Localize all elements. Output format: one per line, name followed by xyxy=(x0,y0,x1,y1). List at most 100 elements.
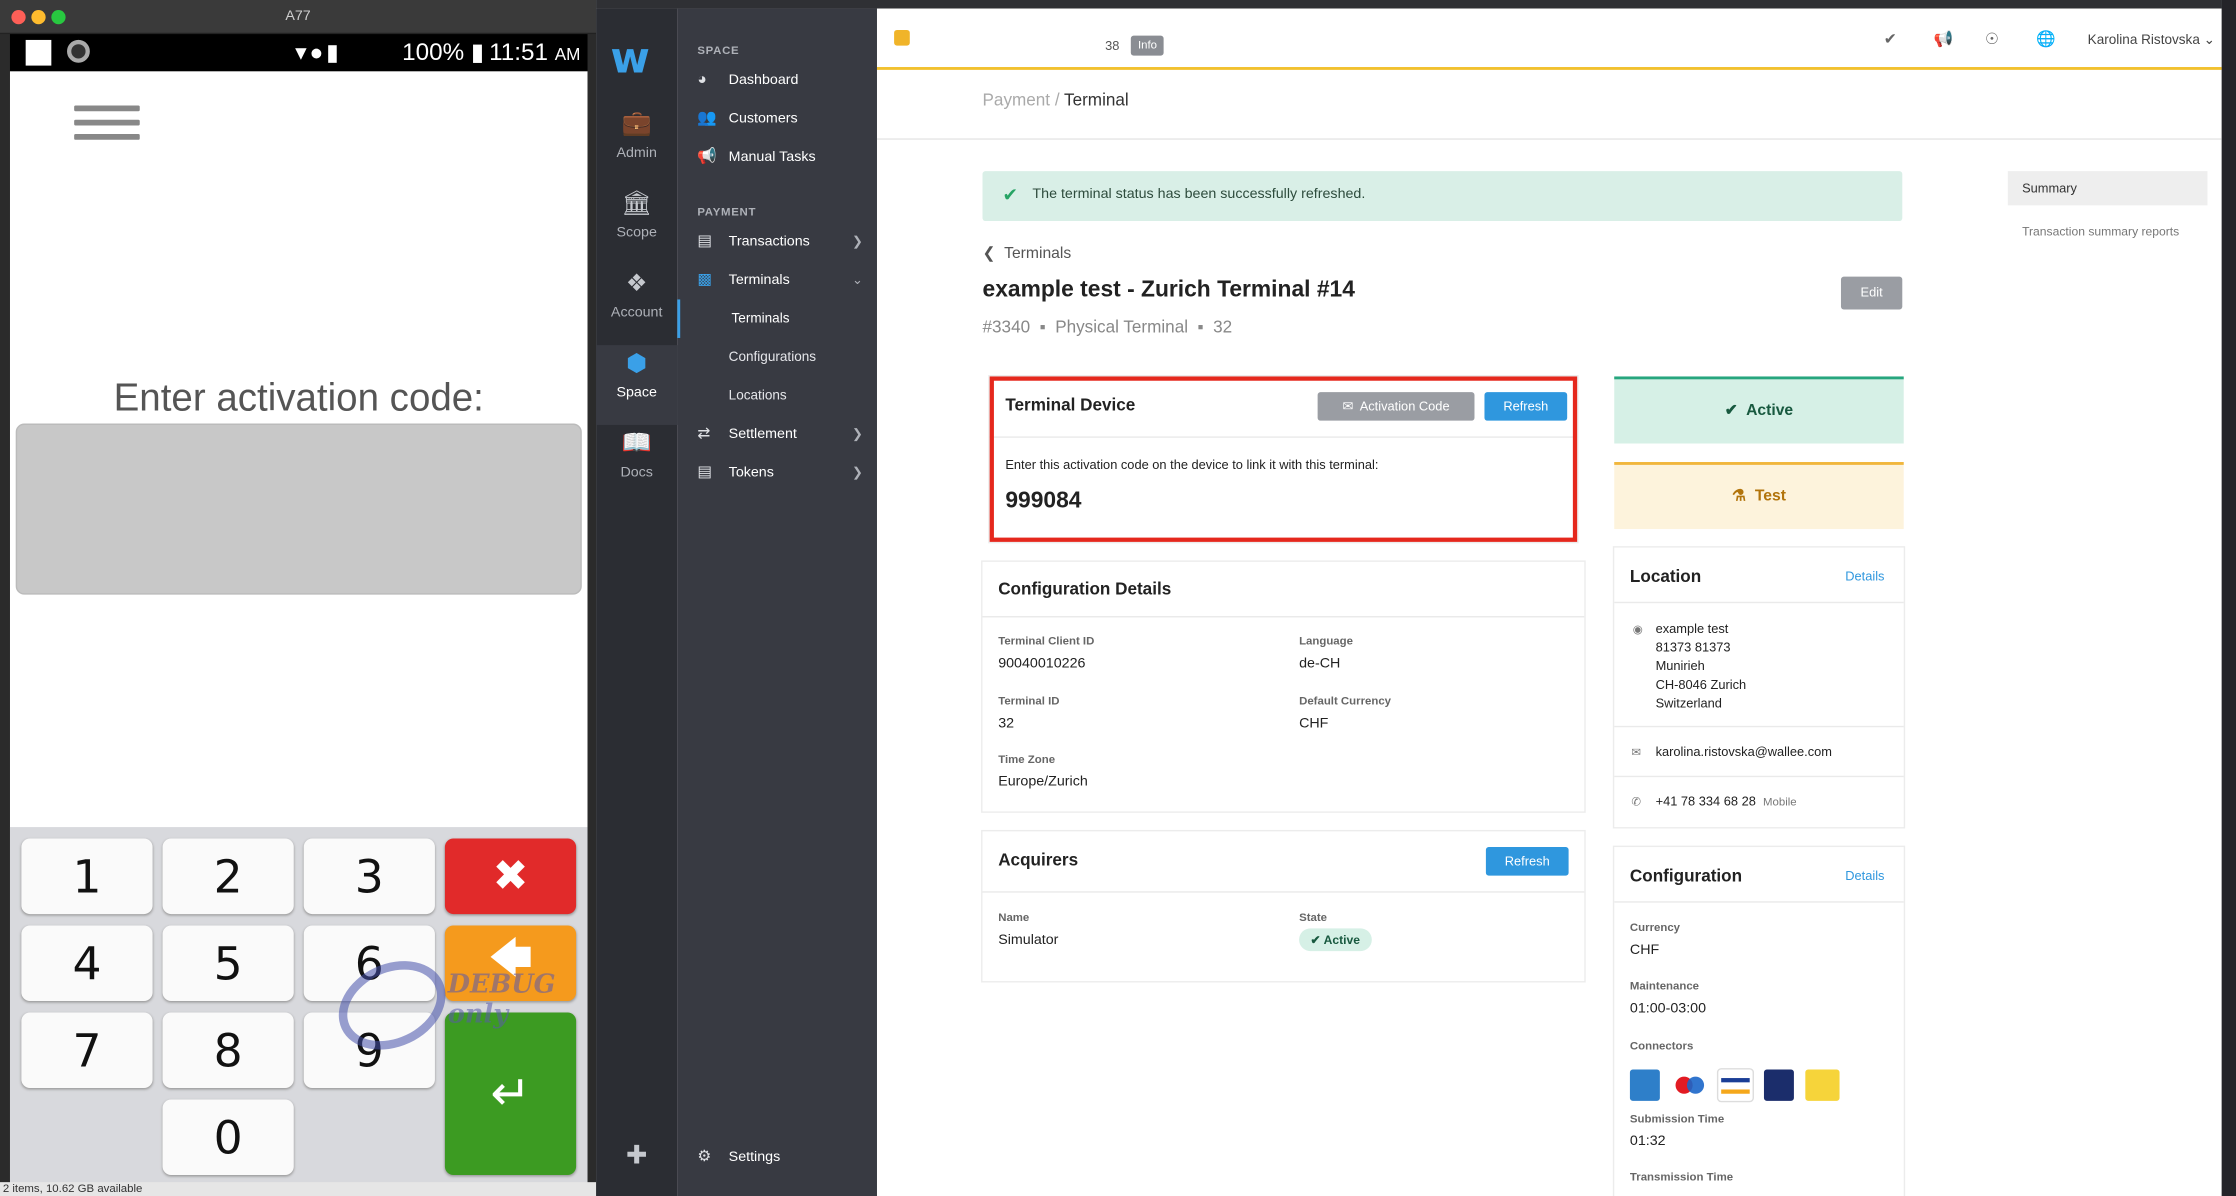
terminal-icon: ▩ xyxy=(697,270,713,289)
rail-item-account[interactable]: ❖ Account xyxy=(596,265,677,345)
book-icon: 📖 xyxy=(621,429,652,457)
configuration-details-card: Configuration Details Terminal Client ID… xyxy=(982,561,1585,812)
location-email[interactable]: karolina.ristovska@wallee.com xyxy=(1656,743,1832,762)
configuration-details-title: Configuration Details xyxy=(998,578,1172,599)
hamburger-menu-icon[interactable] xyxy=(74,105,140,149)
location-address: example test 81373 81373 Munirieh CH-804… xyxy=(1655,621,1747,711)
chevron-right-icon: ❯ xyxy=(851,464,863,480)
key-5[interactable]: 5 xyxy=(162,925,294,1002)
briefcase-icon: 💼 xyxy=(621,109,652,137)
dashboard-icon: ◕ xyxy=(697,71,707,89)
check-circle-icon[interactable]: ✔ xyxy=(1884,30,1897,48)
flask-icon: ⚗ xyxy=(1732,487,1747,505)
visa-logo-icon xyxy=(1718,1069,1753,1101)
key-1[interactable]: 1 xyxy=(21,838,153,915)
sidebar-sub-locations[interactable]: Locations xyxy=(677,376,877,415)
megaphone-icon: 📢 xyxy=(697,148,717,166)
page-title: example test - Zurich Terminal #14 xyxy=(982,278,1355,303)
chevron-down-icon: ⌄ xyxy=(851,272,863,287)
check-icon: ✔ xyxy=(1724,402,1738,420)
cancel-key[interactable]: ✖ xyxy=(444,838,577,915)
sidebar-item-customers[interactable]: 👥 Customers xyxy=(677,100,877,139)
rail-item-scope[interactable]: 🏛 Scope xyxy=(596,185,677,265)
wallee-logo[interactable]: w xyxy=(610,34,650,84)
credit-card-icon: ▤ xyxy=(697,232,713,250)
sidebar-item-terminals[interactable]: ▩ Terminals ⌄ xyxy=(677,261,877,300)
main-content: 38 Info ✔ 📢 ☉ 🌐 Karolina Ristovska ⌄ Pay… xyxy=(876,8,2222,1196)
breadcrumb-payment[interactable]: Payment xyxy=(983,90,1051,110)
sidebar-item-transactions[interactable]: ▤ Transactions ❯ xyxy=(677,222,877,261)
maestro-logo-icon xyxy=(1673,1070,1707,1101)
sidebar-item-settlement[interactable]: ⇄ Settlement ❯ xyxy=(677,415,877,454)
key-3[interactable]: 3 xyxy=(303,838,435,915)
user-menu[interactable]: Karolina Ristovska ⌄ xyxy=(2088,33,2215,49)
highlight-annotation xyxy=(989,376,1578,542)
megaphone-icon[interactable]: 📢 xyxy=(1934,30,1954,48)
language-value: de-CH xyxy=(1299,655,1341,672)
sidebar-item-tokens[interactable]: ▤ Tokens ❯ xyxy=(677,453,877,492)
bookmarks-bar xyxy=(596,0,2222,9)
chevron-down-icon: ⌄ xyxy=(2203,32,2215,49)
rail-item-docs[interactable]: 📖 Docs xyxy=(596,425,677,505)
key-0[interactable]: 0 xyxy=(162,1099,294,1176)
backspace-key[interactable]: 🡄 xyxy=(444,925,577,1002)
emulator-window: A77 ▾●▮ 100% ▮ 11:51 AM Enter activation… xyxy=(0,0,597,1196)
gear-icon: ⚙ xyxy=(697,1147,712,1166)
sidebar-item-manual-tasks[interactable]: 📢 Manual Tasks xyxy=(677,138,877,177)
location-card: Location Details ◉ example test 81373 81… xyxy=(1614,547,1904,828)
location-title: Location xyxy=(1629,566,1702,587)
close-icon: ✖ xyxy=(492,851,529,902)
key-6[interactable]: 6 xyxy=(303,925,435,1002)
configuration-card: Configuration Details Currency CHF Maint… xyxy=(1614,847,1904,1196)
nav-section-space: SPACE xyxy=(697,44,740,58)
key-7[interactable]: 7 xyxy=(21,1012,153,1089)
breadcrumb-terminal: Terminal xyxy=(1064,89,1129,110)
status-time: 11:51 AM xyxy=(489,38,581,66)
cubes-icon: ❖ xyxy=(625,269,648,297)
refresh-acquirers-button[interactable]: Refresh xyxy=(1485,847,1569,876)
app-screen: Enter activation code: 1 2 3 ✖ 4 5 6 🡄 7… xyxy=(9,71,588,1184)
sidebar-item-dashboard[interactable]: ◕ Dashboard xyxy=(677,61,877,100)
rail-item-space[interactable]: ⬢ Space xyxy=(596,345,678,425)
activation-code-input[interactable] xyxy=(15,423,582,595)
browser-window: w 💼 Admin 🏛 Scope ❖ Account ⬢ Space 📖 Docs ✚ … xyxy=(596,0,2222,1196)
enter-key[interactable]: ↵ xyxy=(444,1012,577,1176)
info-badge[interactable]: Info xyxy=(1130,35,1165,56)
key-8[interactable]: 8 xyxy=(162,1012,294,1089)
transaction-summary-link[interactable]: Transaction summary reports xyxy=(2022,224,2179,238)
rail-item-admin[interactable]: 💼 Admin xyxy=(596,106,677,186)
lifebuoy-icon[interactable]: ☉ xyxy=(1985,30,1999,48)
edit-button[interactable]: Edit xyxy=(1840,276,1903,310)
sidebar-sub-terminals[interactable]: Terminals xyxy=(677,299,877,338)
key-4[interactable]: 4 xyxy=(21,925,153,1002)
activation-prompt: Enter activation code: xyxy=(113,376,484,420)
enter-return-icon: ↵ xyxy=(490,1065,531,1123)
terminal-meta: #3340 ▪ Physical Terminal ▪ 32 xyxy=(983,317,1311,337)
sidebar-sub-configurations[interactable]: Configurations xyxy=(677,338,877,377)
breadcrumb: Payment / Terminal xyxy=(982,89,1129,110)
status-test-badge: ⚗ Test xyxy=(1614,462,1904,530)
bank-icon: 🏛 xyxy=(621,189,653,217)
space-cube-icon[interactable] xyxy=(894,29,910,46)
sidebar-item-settings[interactable]: ⚙ Settings xyxy=(677,1138,877,1177)
back-to-terminals-link[interactable]: ❮ Terminals xyxy=(983,244,1072,262)
location-phone: +41 78 334 68 28 Mobile xyxy=(1655,794,1797,809)
cube-icon: ⬢ xyxy=(626,349,648,377)
key-2[interactable]: 2 xyxy=(162,838,294,915)
globe-icon[interactable]: 🌐 xyxy=(2036,30,2056,48)
emulator-titlebar: A77 xyxy=(0,0,597,35)
nav-section-payment: PAYMENT xyxy=(697,205,757,219)
location-details-link[interactable]: Details xyxy=(1845,569,1884,583)
maintenance-window: 01:00-03:00 xyxy=(1629,1001,1707,1017)
success-alert: ✔ The terminal status has been successfu… xyxy=(982,171,1903,222)
chevron-right-icon: ❯ xyxy=(851,233,863,249)
battery-level: 100% ▮ xyxy=(402,38,485,66)
summary-tab[interactable]: Summary xyxy=(2007,171,2208,206)
acquirers-title: Acquirers xyxy=(998,849,1079,870)
status-active-badge: ✔ Active xyxy=(1614,376,1904,444)
add-icon[interactable]: ✚ xyxy=(596,1141,677,1171)
sidebar-nav: SPACE ◕ Dashboard 👥 Customers 📢 Manual Task… xyxy=(677,8,877,1196)
configuration-details-link[interactable]: Details xyxy=(1845,868,1884,882)
users-icon: 👥 xyxy=(697,109,717,127)
key-9[interactable]: 9 xyxy=(303,1012,435,1089)
